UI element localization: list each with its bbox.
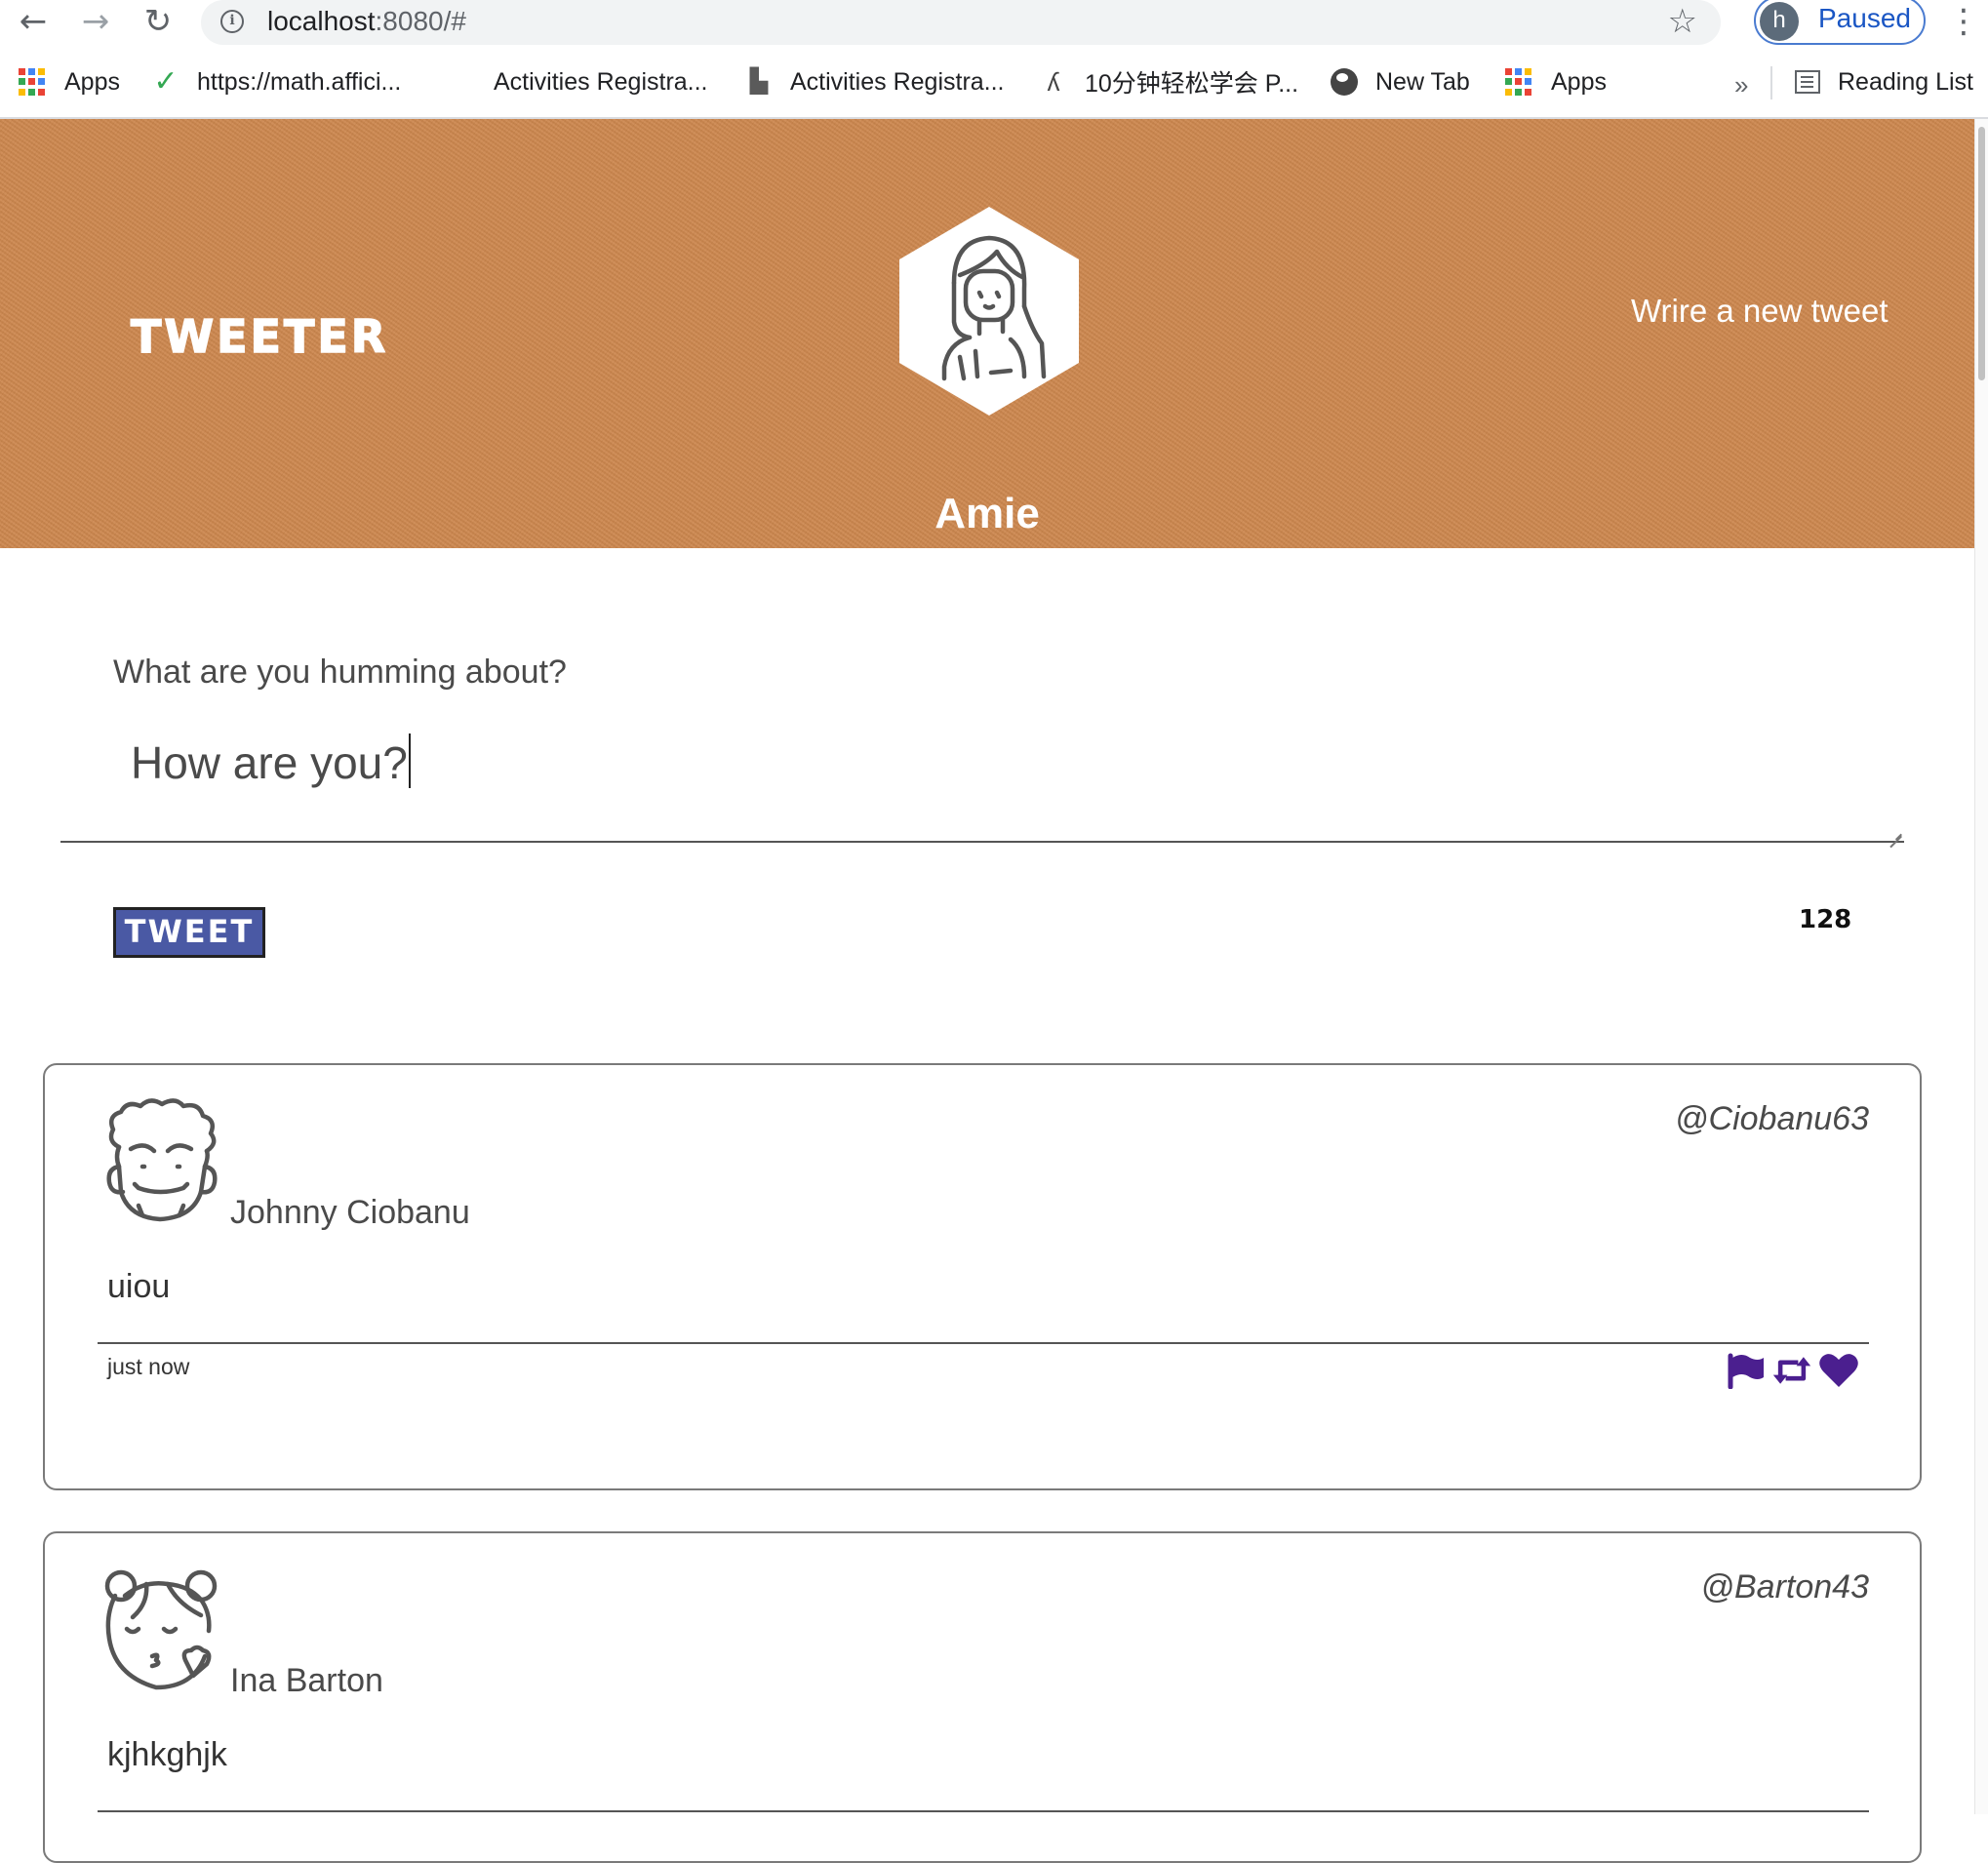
tweet-actions bbox=[1725, 1352, 1859, 1390]
tweet-author-name: Johnny Ciobanu bbox=[230, 1194, 470, 1231]
forward-arrow-icon[interactable]: → bbox=[74, 2, 117, 41]
tweet-textarea-value[interactable]: How are you? bbox=[131, 733, 411, 789]
character-counter: 128 bbox=[1799, 905, 1852, 934]
profile-username: Amie bbox=[934, 490, 1040, 537]
hexagon-shape bbox=[899, 207, 1079, 416]
tweet-card: Johnny Ciobanu @Ciobanu63 uiou just now bbox=[43, 1063, 1922, 1490]
site-info-icon[interactable]: i bbox=[220, 10, 244, 33]
composer-prompt: What are you humming about? bbox=[113, 654, 567, 691]
tweet-card: Ina Barton @Barton43 kjhkghjk bbox=[43, 1531, 1922, 1863]
profile-avatar: h bbox=[1760, 2, 1799, 41]
bookmark-apps[interactable]: Apps bbox=[18, 64, 120, 99]
globe-icon bbox=[1331, 68, 1358, 96]
apps-grid-icon bbox=[18, 67, 47, 97]
flag-icon[interactable] bbox=[1725, 1352, 1766, 1390]
address-bar[interactable]: i localhost:8080/# ☆ bbox=[201, 0, 1721, 45]
reading-list-button[interactable]: Reading List bbox=[1795, 64, 1973, 99]
bookmarks-divider bbox=[1770, 66, 1772, 99]
tweet-submit-button[interactable]: TWEET bbox=[113, 907, 265, 958]
profile-header: TWEETER Wrire a new tweet Amie bbox=[0, 119, 1974, 548]
retweet-icon[interactable] bbox=[1771, 1352, 1812, 1389]
tweet-divider bbox=[98, 1342, 1869, 1344]
heart-icon[interactable] bbox=[1818, 1352, 1859, 1389]
bookmark-activities-2[interactable]: ▙ Activities Registra... bbox=[745, 64, 1005, 99]
reload-icon[interactable]: ↻ bbox=[137, 2, 179, 41]
checkmark-icon: ✓ bbox=[153, 65, 179, 98]
reading-list-label: Reading List bbox=[1838, 67, 1973, 96]
browser-toolbar: ← → ↻ i localhost:8080/# ☆ h Paused ⋮ bbox=[0, 0, 1988, 47]
profile-status: Paused bbox=[1818, 3, 1911, 33]
tweet-author-name: Ina Barton bbox=[230, 1662, 383, 1699]
apps-grid-icon bbox=[1504, 67, 1533, 97]
bookmark-activities-1[interactable]: Activities Registra... bbox=[494, 64, 708, 99]
bookmarks-overflow-icon[interactable]: » bbox=[1734, 70, 1748, 100]
back-arrow-icon[interactable]: ← bbox=[12, 2, 55, 41]
text-caret bbox=[408, 733, 411, 788]
tweet-author-handle: @Ciobanu63 bbox=[1675, 1100, 1869, 1137]
profile-avatar-hexagon bbox=[895, 205, 1083, 417]
bookmark-label: Apps bbox=[64, 67, 120, 96]
url-text[interactable]: localhost:8080/# bbox=[267, 6, 466, 37]
bookmark-label: https://math.affici... bbox=[197, 67, 402, 96]
bookmark-label: New Tab bbox=[1375, 67, 1470, 96]
bookmark-label: 10分钟轻松学会 P... bbox=[1085, 70, 1299, 98]
tweet-timestamp: just now bbox=[107, 1354, 190, 1379]
page-scrollbar[interactable] bbox=[1974, 119, 1988, 1814]
girl-kiss-avatar-icon bbox=[99, 1566, 222, 1695]
site-logo[interactable]: TWEETER bbox=[130, 309, 388, 364]
tweet-author-handle: @Barton43 bbox=[1700, 1568, 1869, 1605]
bookmark-apps-2[interactable]: Apps bbox=[1504, 64, 1607, 99]
tweet-divider bbox=[98, 1810, 1869, 1812]
glyph-icon: ʎ bbox=[1047, 67, 1060, 97]
tweet-textarea[interactable]: How are you? bbox=[60, 712, 1904, 843]
write-new-tweet-link[interactable]: Wrire a new tweet bbox=[1631, 293, 1888, 330]
bookmark-label: Apps bbox=[1551, 67, 1607, 96]
reading-list-icon bbox=[1795, 70, 1820, 94]
bookmark-label: Activities Registra... bbox=[494, 67, 708, 96]
bookmark-star-icon[interactable]: ☆ bbox=[1668, 2, 1697, 41]
bookmark-label: Activities Registra... bbox=[790, 67, 1005, 96]
building-icon: ▙ bbox=[749, 68, 769, 95]
tweet-content: uiou bbox=[107, 1268, 171, 1305]
bookmark-python-course[interactable]: ʎ 10分钟轻松学会 P... bbox=[1040, 64, 1299, 99]
textarea-resize-handle[interactable] bbox=[1889, 823, 1902, 837]
curly-hair-man-avatar-icon bbox=[99, 1098, 222, 1227]
tweet-content: kjhkghjk bbox=[107, 1736, 227, 1773]
kebab-menu-icon[interactable]: ⋮ bbox=[1947, 2, 1980, 41]
bookmark-math[interactable]: ✓ https://math.affici... bbox=[152, 64, 401, 99]
profile-button[interactable]: h Paused bbox=[1754, 0, 1926, 45]
scrollbar-thumb[interactable] bbox=[1978, 127, 1985, 380]
bookmarks-bar: Apps ✓ https://math.affici... Activities… bbox=[0, 59, 1988, 119]
bookmark-new-tab[interactable]: New Tab bbox=[1331, 64, 1470, 99]
